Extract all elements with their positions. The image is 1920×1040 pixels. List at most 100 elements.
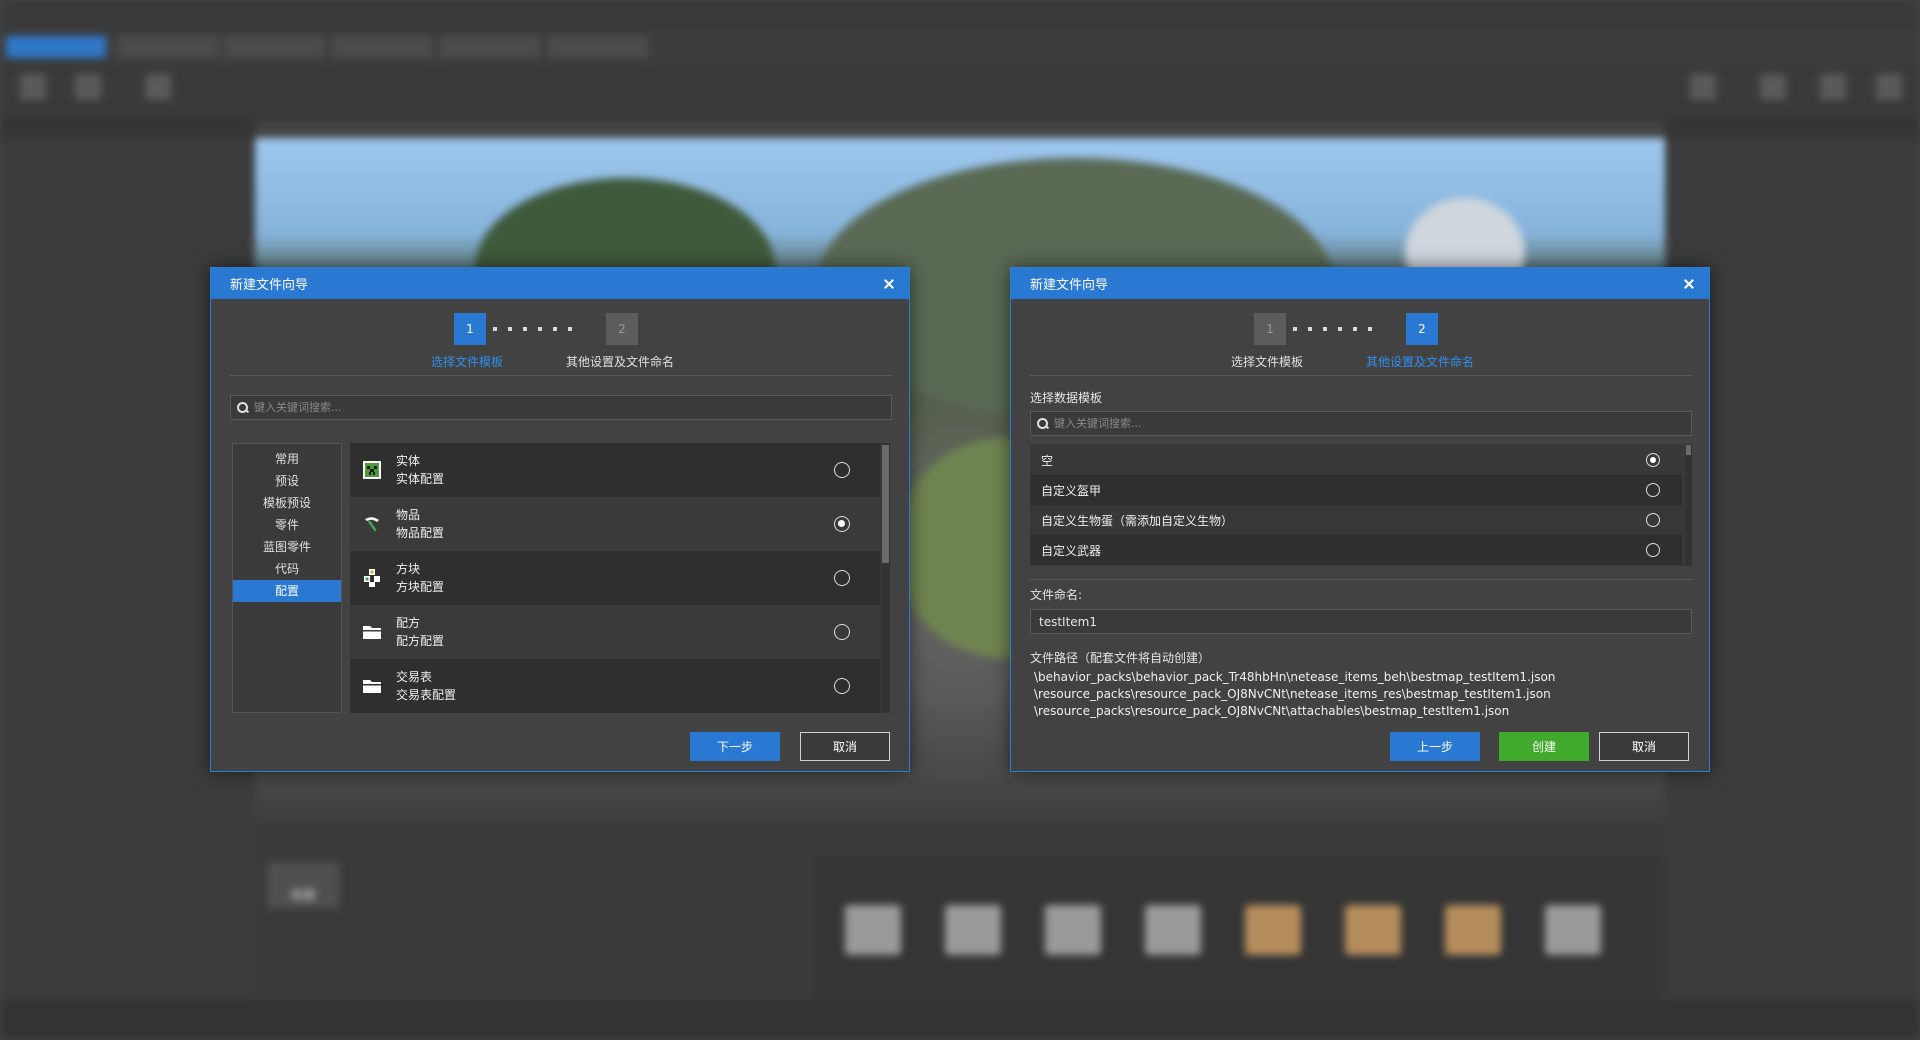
search-icon (1037, 418, 1048, 429)
data-template-search[interactable] (1030, 411, 1692, 436)
step-connector (493, 327, 572, 331)
search-icon (237, 402, 248, 413)
data-template-row-empty[interactable]: 空 (1030, 445, 1682, 475)
file-name-input[interactable] (1030, 609, 1692, 634)
template-radio-recipe[interactable] (834, 624, 850, 640)
tool-icon (1690, 74, 1716, 100)
file-icon (1245, 905, 1301, 955)
cancel-button[interactable]: 取消 (800, 732, 890, 761)
template-row-recipe[interactable]: 配方 配方配置 (350, 605, 880, 659)
data-template-row-weapon[interactable]: 自定义武器 (1030, 535, 1682, 565)
template-list: 实体 实体配置 物品 物品配置 方块 方块配置 配方 配方配置 交易表 交易表配… (350, 443, 890, 713)
category-item-config[interactable]: 配置 (233, 580, 341, 602)
template-row-block[interactable]: 方块 方块配置 (350, 551, 880, 605)
step-1-label: 选择文件模板 (431, 355, 504, 369)
new-file-wizard-step1: 新建文件向导 1 2 选择文件模板 其他设置及文件命名 常用 预设 模板预设 零… (210, 267, 910, 772)
divider (1030, 375, 1692, 376)
file-path-line: \behavior_packs\behavior_pack_Tr48hbHn\n… (1034, 670, 1556, 684)
cancel-button[interactable]: 取消 (1599, 732, 1689, 761)
data-template-label: 自定义盔甲 (1041, 483, 1102, 498)
file-icon (1545, 905, 1601, 955)
step-1-indicator: 1 (1254, 313, 1286, 345)
template-name: 方块 (396, 562, 421, 576)
status-bar (0, 1000, 1920, 1040)
tool-icon (1820, 74, 1846, 100)
template-row-trade-table[interactable]: 交易表 交易表配置 (350, 659, 880, 713)
data-template-label: 自定义武器 (1041, 543, 1102, 558)
editor-tab (332, 36, 432, 58)
divider (230, 375, 892, 376)
next-step-button[interactable]: 下一步 (690, 732, 780, 761)
close-icon[interactable] (881, 276, 897, 292)
template-radio-block[interactable] (834, 570, 850, 586)
template-radio-trade-table[interactable] (834, 678, 850, 694)
template-radio-entity[interactable] (834, 462, 850, 478)
category-item-common[interactable]: 常用 (233, 448, 341, 470)
folder-icon (845, 905, 901, 955)
data-template-search-input[interactable] (1054, 417, 1691, 430)
file-path-line: \resource_packs\resource_pack_OJ8NvCNt\a… (1034, 704, 1510, 718)
template-desc: 方块配置 (396, 580, 445, 594)
step-connector (1293, 327, 1372, 331)
data-template-list: 空 自定义盔甲 自定义生物蛋（需添加自定义生物） 自定义武器 (1030, 444, 1692, 566)
template-name: 物品 (396, 508, 421, 522)
template-row-item[interactable]: 物品 物品配置 (350, 497, 880, 551)
category-item-preset[interactable]: 预设 (233, 470, 341, 492)
file-icon (1445, 905, 1501, 955)
template-desc: 物品配置 (396, 526, 445, 540)
blocks-icon (364, 569, 380, 587)
close-icon[interactable] (1681, 276, 1697, 292)
tool-icon (145, 74, 171, 100)
template-desc: 配方配置 (396, 634, 445, 648)
category-item-template-preset[interactable]: 模板预设 (233, 492, 341, 514)
previous-step-button[interactable]: 上一步 (1390, 732, 1480, 761)
category-item-part[interactable]: 零件 (233, 514, 341, 536)
tool-icon (1760, 74, 1786, 100)
data-template-radio-armor[interactable] (1646, 483, 1660, 497)
template-desc: 交易表配置 (396, 688, 457, 702)
template-name: 实体 (396, 454, 421, 468)
data-list-scrollbar[interactable] (1685, 444, 1692, 566)
template-radio-item[interactable] (834, 516, 850, 532)
step-2-indicator: 2 (1406, 313, 1438, 345)
dialog-title: 新建文件向导 (230, 278, 309, 293)
folder-icon (363, 626, 381, 639)
data-template-radio-empty[interactable] (1646, 453, 1660, 467)
data-template-radio-weapon[interactable] (1646, 543, 1660, 557)
step-1-label: 选择文件模板 (1231, 355, 1304, 369)
file-path-label: 文件路径（配套文件将自动创建） (1030, 651, 1211, 665)
editor-tab (225, 36, 325, 58)
template-name: 交易表 (396, 670, 433, 684)
template-search-input[interactable] (254, 401, 891, 414)
divider (1030, 579, 1692, 580)
data-template-row-armor[interactable]: 自定义盔甲 (1030, 475, 1682, 505)
step-2-label: 其他设置及文件命名 (1366, 355, 1475, 369)
step-1-indicator: 1 (454, 313, 486, 345)
editor-tab (118, 36, 218, 58)
category-item-code[interactable]: 代码 (233, 558, 341, 580)
scrollbar-thumb[interactable] (882, 445, 889, 563)
template-row-entity[interactable]: 实体 实体配置 (350, 443, 880, 497)
dialog-titlebar: 新建文件向导 (1011, 268, 1709, 299)
asset-browser (815, 855, 1660, 1010)
data-template-label: 空 (1041, 453, 1054, 468)
toolbar (0, 62, 1920, 120)
editor-tab (440, 36, 540, 58)
redo-icon (75, 74, 101, 100)
folder-icon (363, 680, 381, 693)
scrollbar-thumb[interactable] (1686, 445, 1691, 455)
wizard-stepper: 1 2 (1011, 313, 1709, 345)
new-file-wizard-step2: 新建文件向导 1 2 选择文件模板 其他设置及文件命名 选择数据模板 空 自定义… (1010, 267, 1710, 772)
new-file-button-bg: 新建 (267, 862, 339, 908)
template-list-scrollbar[interactable] (881, 443, 890, 713)
data-template-label: 自定义生物蛋（需添加自定义生物） (1041, 513, 1234, 528)
category-item-blueprint-part[interactable]: 蓝图零件 (233, 536, 341, 558)
data-template-radio-spawn-egg[interactable] (1646, 513, 1660, 527)
category-list: 常用 预设 模板预设 零件 蓝图零件 代码 配置 (232, 443, 342, 713)
folder-icon (945, 905, 1001, 955)
panel-header (1665, 120, 1920, 140)
data-template-row-spawn-egg[interactable]: 自定义生物蛋（需添加自定义生物） (1030, 505, 1682, 535)
template-search[interactable] (230, 395, 892, 420)
data-template-label: 选择数据模板 (1030, 391, 1103, 405)
create-button[interactable]: 创建 (1499, 732, 1589, 761)
